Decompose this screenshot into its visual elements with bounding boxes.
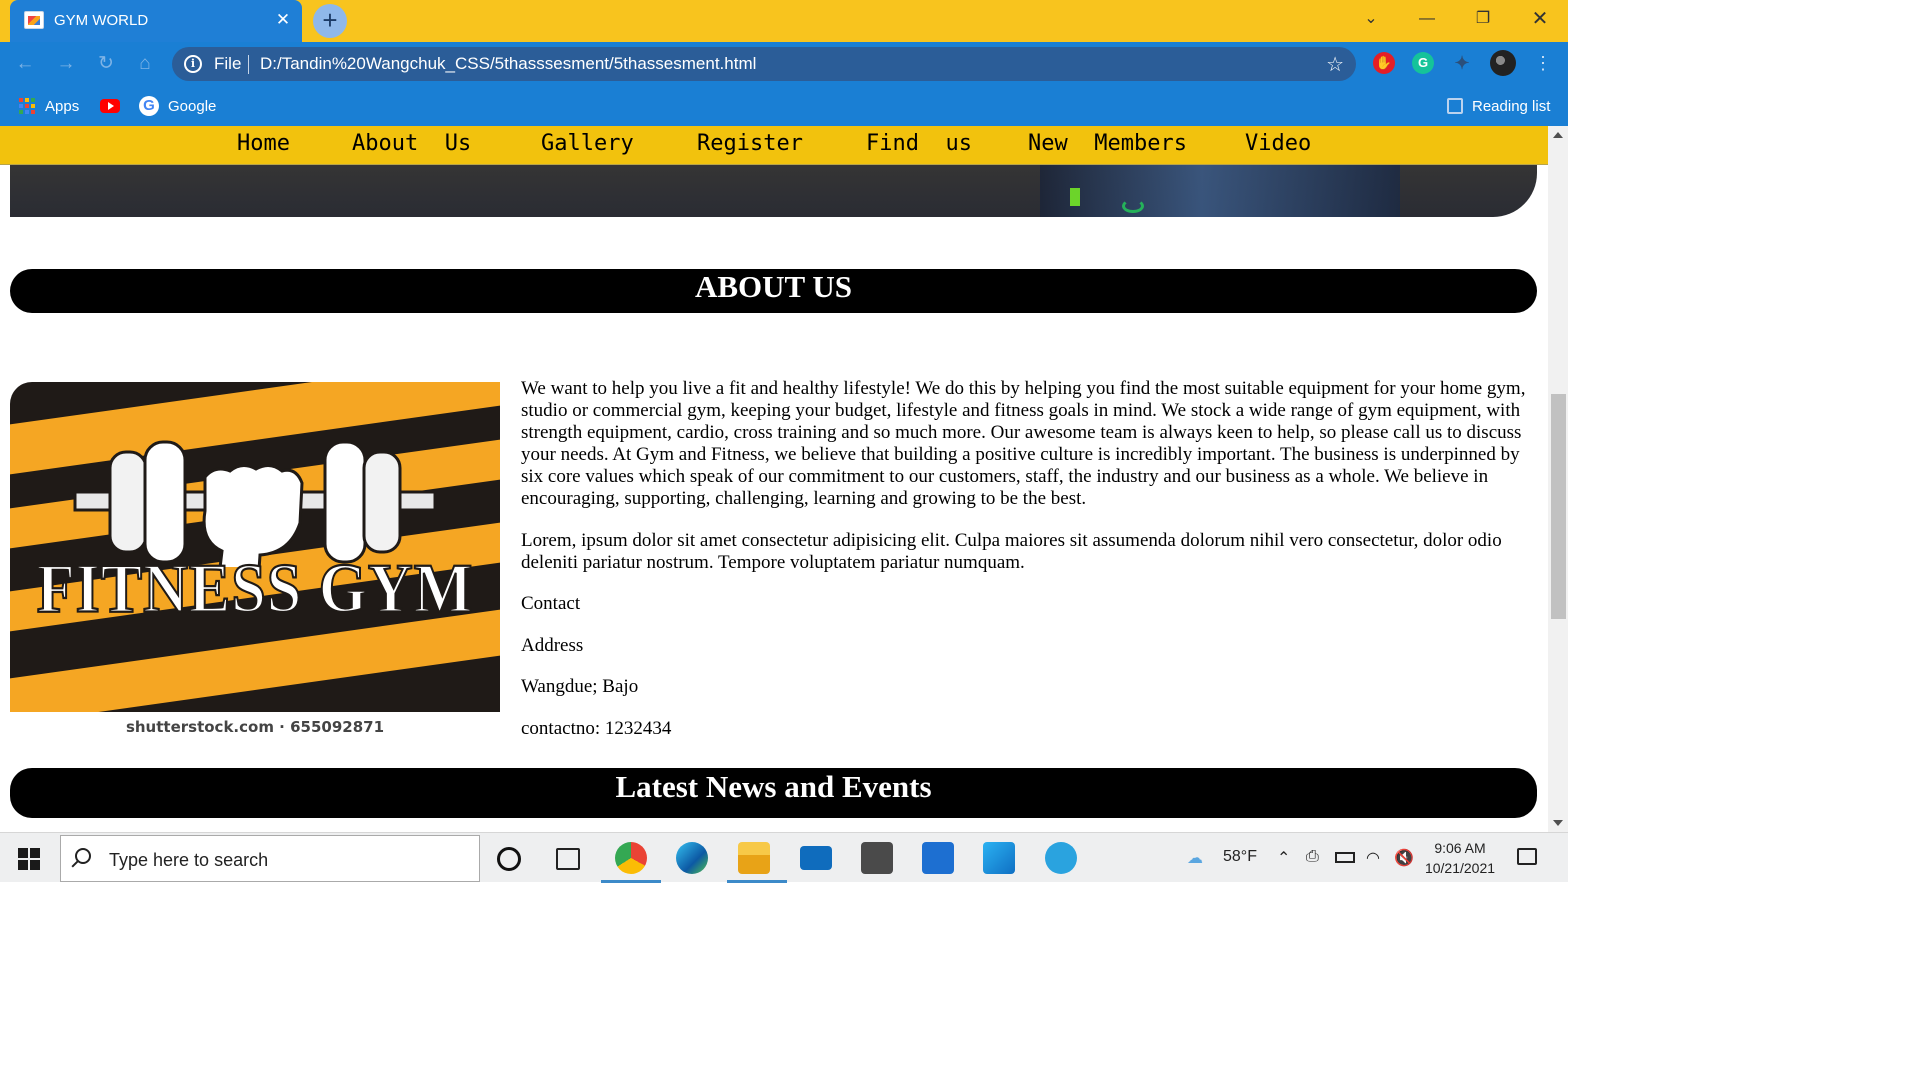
nav-new-members[interactable]: New Members	[1028, 131, 1187, 156]
new-tab-button[interactable]: +	[313, 4, 347, 38]
contact-label: Contact	[521, 593, 581, 614]
dumbbell-fist-icon	[73, 440, 437, 567]
chrome-icon[interactable]	[615, 842, 647, 874]
bookmark-star-icon[interactable]: ☆	[1326, 52, 1344, 77]
logo-caption: shutterstock.com · 655092871	[125, 718, 385, 736]
explorer-active-indicator	[727, 880, 787, 883]
forward-icon[interactable]: →	[53, 51, 79, 77]
url-scheme-label: File	[214, 54, 242, 73]
nav-about-us[interactable]: About Us	[352, 131, 471, 156]
clock-time: 9:06 AM	[1434, 840, 1486, 856]
reading-list-icon	[1447, 98, 1463, 114]
site-navbar: Home About Us Gallery Register Find us N…	[0, 126, 1548, 165]
news-heading: Latest News and Events	[10, 768, 1537, 818]
page-favicon-icon	[24, 11, 44, 29]
clock-date: 10/21/2021	[1424, 860, 1496, 876]
minimize-button[interactable]: —	[1405, 4, 1449, 34]
address-value: Wangdue; Bajo	[521, 676, 639, 697]
nav-find-us[interactable]: Find us	[866, 131, 972, 156]
cortana-icon[interactable]	[497, 847, 521, 871]
restore-button[interactable]: ❐	[1461, 4, 1505, 34]
weather-icon[interactable]: ☁	[1187, 848, 1203, 868]
page-viewport: Home About Us Gallery Register Find us N…	[0, 126, 1548, 832]
task-view-icon[interactable]	[556, 848, 580, 870]
bookmarks-bar: Apps G Google Reading list	[0, 86, 1568, 126]
back-icon[interactable]: ←	[12, 51, 38, 77]
weather-temp[interactable]: 58°F	[1223, 848, 1257, 866]
address-bar[interactable]: i File D:/Tandin%20Wangchuk_CSS/5thassse…	[172, 47, 1356, 81]
reading-list-button[interactable]: Reading list	[1447, 95, 1550, 117]
sublime-text-icon[interactable]	[861, 842, 893, 874]
nav-gallery[interactable]: Gallery	[541, 131, 634, 156]
notification-center-icon[interactable]	[1517, 848, 1537, 865]
volume-muted-icon[interactable]: 🔇	[1394, 848, 1414, 868]
site-info-icon[interactable]: i	[184, 55, 202, 73]
search-icon	[75, 848, 91, 864]
bracket-app-icon[interactable]	[922, 842, 954, 874]
telegram-icon[interactable]	[1045, 842, 1077, 874]
grammarly-icon[interactable]: G	[1412, 52, 1434, 74]
chrome-active-indicator	[601, 880, 661, 883]
tray-chevron-icon[interactable]: ⌃	[1277, 848, 1290, 868]
profile-avatar[interactable]	[1490, 50, 1516, 76]
youtube-icon	[100, 99, 120, 113]
tab-search-chevron-icon[interactable]: ⌄	[1349, 4, 1393, 34]
bookmark-apps-label: Apps	[45, 97, 80, 115]
adblock-icon[interactable]: ✋	[1373, 52, 1395, 74]
contact-number: contactno: 1232434	[521, 717, 672, 739]
logo-image: FITNESS GYM	[10, 382, 500, 712]
wifi-icon[interactable]: ◠	[1366, 848, 1380, 868]
nav-video[interactable]: Video	[1245, 131, 1311, 156]
apps-grid-icon	[18, 97, 36, 115]
scrollbar-thumb[interactable]	[1551, 394, 1566, 619]
bookmark-google[interactable]: G Google	[139, 95, 216, 117]
about-us-heading: ABOUT US	[10, 269, 1537, 313]
scroll-up-arrow-icon[interactable]	[1553, 132, 1563, 138]
bookmark-google-label: Google	[168, 97, 217, 115]
hero-accent-ring	[1122, 199, 1144, 213]
scroll-down-arrow-icon[interactable]	[1553, 820, 1563, 826]
address-label: Address	[521, 634, 584, 656]
url-text[interactable]: D:/Tandin%20Wangchuk_CSS/5thasssesment/5…	[260, 54, 756, 74]
close-window-button[interactable]: ✕	[1518, 4, 1562, 34]
browser-toolbar: ← → ↻ ⌂ i File D:/Tandin%20Wangchuk_CSS/…	[0, 42, 1568, 86]
system-clock[interactable]: 9:06 AM 10/21/2021	[1420, 838, 1500, 878]
reload-icon[interactable]: ↻	[93, 51, 119, 77]
edge-icon[interactable]	[676, 842, 708, 874]
url-separator	[248, 55, 249, 74]
browser-tab[interactable]: GYM WORLD ✕	[10, 0, 302, 42]
bookmark-apps[interactable]: Apps	[18, 95, 79, 117]
close-tab-icon[interactable]: ✕	[272, 8, 294, 32]
about-paragraph: We want to help you live a fit and healt…	[521, 378, 1526, 509]
meet-now-icon[interactable]: ⎙	[1306, 848, 1319, 866]
mail-icon[interactable]	[800, 846, 832, 870]
hero-accent	[1070, 188, 1080, 206]
tab-title: GYM WORLD	[54, 12, 149, 29]
battery-icon[interactable]	[1335, 852, 1355, 863]
about-content: We want to help you live a fit and healt…	[521, 378, 1535, 759]
nav-register[interactable]: Register	[697, 131, 803, 156]
logo-title: FITNESS GYM	[36, 550, 474, 628]
home-icon[interactable]: ⌂	[132, 51, 158, 77]
windows-taskbar: Type here to search ☁ 58°F ⌃ ⎙ ◠ 🔇 9:06 …	[0, 832, 1568, 883]
puzzle-icon[interactable]: ✦	[1451, 52, 1473, 74]
reading-list-label: Reading list	[1472, 97, 1551, 115]
vscode-icon[interactable]	[983, 842, 1015, 874]
search-placeholder: Type here to search	[109, 850, 269, 870]
bookmark-youtube[interactable]	[100, 95, 120, 117]
browser-titlebar: GYM WORLD ✕ + ⌄ — ❐ ✕	[0, 0, 1568, 42]
windows-start-icon[interactable]	[18, 848, 40, 870]
file-explorer-icon[interactable]	[738, 842, 770, 874]
browser-menu-icon[interactable]: ⋮	[1534, 50, 1552, 76]
taskbar-search-input[interactable]: Type here to search	[60, 835, 480, 882]
fitness-gym-logo: FITNESS GYM shutterstock.com · 655092871	[10, 382, 500, 742]
google-icon: G	[139, 96, 159, 116]
nav-home[interactable]: Home	[237, 131, 290, 156]
about-paragraph: Lorem, ipsum dolor sit amet consectetur …	[521, 529, 1502, 573]
page-scrollbar[interactable]	[1548, 126, 1568, 832]
